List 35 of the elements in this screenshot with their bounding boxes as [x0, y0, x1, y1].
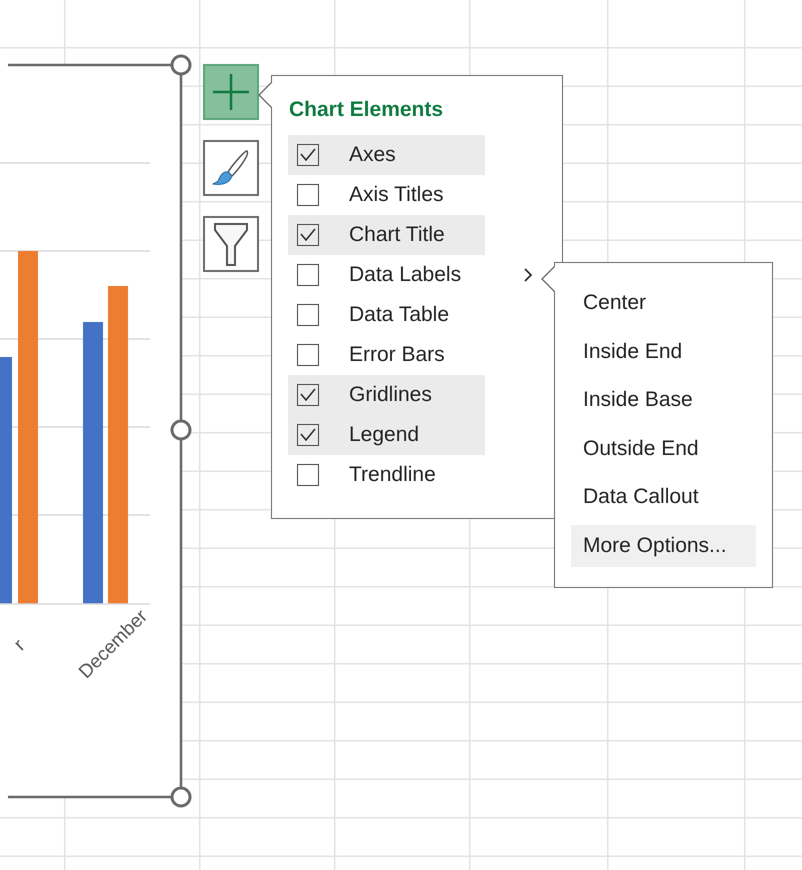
- add-elements-button[interactable]: [203, 64, 259, 120]
- plus-icon: [211, 72, 251, 112]
- submenu-item[interactable]: Inside End: [571, 330, 756, 373]
- submenu-item[interactable]: Data Callout: [571, 476, 756, 518]
- checkbox[interactable]: [297, 184, 319, 206]
- chart-element-item[interactable]: Data Table: [288, 295, 485, 335]
- submenu-item[interactable]: Center: [571, 282, 756, 324]
- checkbox[interactable]: [297, 304, 319, 326]
- chart-element-item[interactable]: Chart Title: [288, 215, 485, 255]
- checkbox[interactable]: [297, 144, 319, 166]
- checkbox[interactable]: [297, 424, 319, 446]
- submenu-item[interactable]: Outside End: [571, 428, 756, 470]
- filter-button[interactable]: [203, 216, 259, 272]
- chart-element-item[interactable]: Gridlines: [288, 375, 485, 415]
- resize-handle[interactable]: [170, 420, 192, 440]
- axis-label: r: [10, 636, 30, 656]
- checkbox[interactable]: [297, 344, 319, 366]
- styles-button[interactable]: [203, 140, 259, 196]
- funnel-icon: [213, 221, 249, 267]
- submenu-item[interactable]: Inside Base: [571, 379, 756, 422]
- chart-element-item[interactable]: Axis Titles: [288, 175, 485, 215]
- checkbox[interactable]: [297, 464, 319, 486]
- checkbox[interactable]: [297, 224, 319, 246]
- resize-handle[interactable]: [170, 786, 192, 808]
- chart-element-item[interactable]: Trendline: [288, 455, 485, 495]
- checkbox[interactable]: [297, 384, 319, 406]
- paintbrush-icon: [211, 149, 251, 187]
- checkbox[interactable]: [297, 264, 319, 286]
- submenu-item[interactable]: More Options...: [571, 524, 756, 567]
- chart-element-item[interactable]: Error Bars: [288, 335, 485, 375]
- chart-element-item[interactable]: Axes: [288, 135, 485, 175]
- chart-element-item[interactable]: Data Labels: [288, 255, 485, 295]
- chart-element-item[interactable]: Legend: [288, 415, 485, 455]
- resize-handle[interactable]: [170, 54, 192, 76]
- panel-title: Chart Elements: [288, 98, 444, 122]
